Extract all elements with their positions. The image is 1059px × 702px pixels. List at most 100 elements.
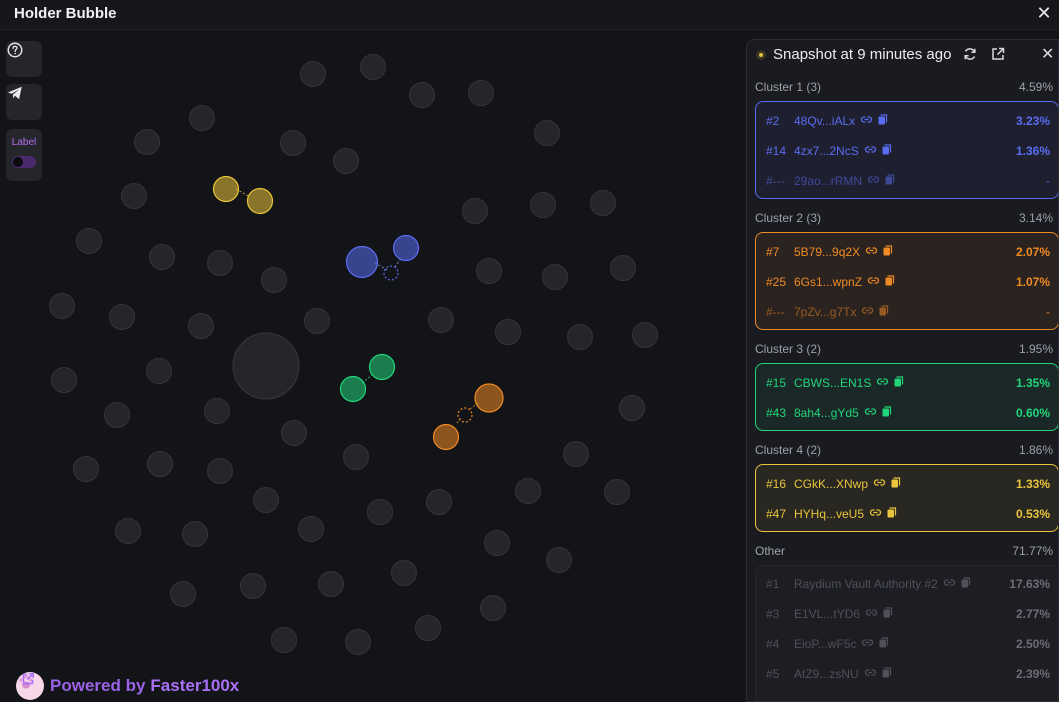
holder-bubble-large[interactable]	[232, 332, 300, 400]
holder-bubble[interactable]	[590, 190, 616, 216]
holder-address[interactable]: 48Qv...iALx	[794, 114, 855, 128]
copy-icon[interactable]	[885, 506, 898, 519]
copy-icon[interactable]	[883, 173, 896, 186]
holder-bubble[interactable]	[468, 80, 494, 106]
holder-bubble[interactable]	[426, 489, 452, 515]
holder-bubble[interactable]	[281, 420, 307, 446]
link-icon[interactable]	[869, 506, 882, 519]
holder-address[interactable]: 4zx7...2NcS	[794, 144, 859, 158]
holder-bubble[interactable]	[121, 183, 147, 209]
holder-bubble[interactable]	[109, 304, 135, 330]
holder-row[interactable]: #16 CGkK...XNwp 1.33%	[756, 469, 1058, 499]
holder-bubble[interactable]	[360, 54, 386, 80]
copy-icon[interactable]	[877, 636, 890, 649]
cluster-3-bubble[interactable]	[339, 375, 367, 403]
holder-bubble[interactable]	[632, 322, 658, 348]
holder-address[interactable]: 5B79...9q2X	[794, 245, 860, 259]
holder-bubble[interactable]	[134, 129, 160, 155]
holder-bubble[interactable]	[530, 192, 556, 218]
cluster-4-bubble[interactable]	[246, 187, 274, 215]
open-external-icon[interactable]	[990, 46, 1006, 62]
cluster-1-bubble[interactable]	[345, 245, 379, 279]
holder-bubble[interactable]	[495, 319, 521, 345]
holder-bubble[interactable]	[147, 451, 173, 477]
holder-bubble[interactable]	[546, 547, 572, 573]
holder-address[interactable]: 29ao...rRMN	[794, 174, 862, 188]
link-icon[interactable]	[867, 274, 880, 287]
holder-bubble[interactable]	[49, 293, 75, 319]
holder-bubble[interactable]	[367, 499, 393, 525]
holder-row[interactable]: #5 AtZ9...zsNU 2.39%	[756, 659, 1058, 689]
holder-row[interactable]: #43 8ah4...gYd5 0.60%	[756, 398, 1058, 428]
holder-bubble[interactable]	[115, 518, 141, 544]
holder-bubble[interactable]	[271, 627, 297, 653]
holder-bubble[interactable]	[253, 487, 279, 513]
holder-bubble[interactable]	[604, 479, 630, 505]
label-toggle[interactable]	[12, 156, 36, 168]
holder-bubble[interactable]	[563, 441, 589, 467]
holder-address[interactable]: 6Gs1...wpnZ	[794, 275, 862, 289]
holder-bubble[interactable]	[73, 456, 99, 482]
link-icon[interactable]	[864, 405, 877, 418]
external-link-icon[interactable]	[21, 672, 35, 686]
holder-bubble[interactable]	[391, 560, 417, 586]
holder-bubble[interactable]	[188, 313, 214, 339]
copy-icon[interactable]	[883, 274, 896, 287]
holder-bubble[interactable]	[182, 521, 208, 547]
holder-row[interactable]: #25 6Gs1...wpnZ 1.07%	[756, 267, 1058, 297]
holder-row[interactable]: #2 48Qv...iALx 3.23%	[756, 106, 1058, 136]
holder-bubble[interactable]	[298, 516, 324, 542]
holder-bubble[interactable]	[515, 478, 541, 504]
link-icon[interactable]	[861, 636, 874, 649]
holder-bubble[interactable]	[104, 402, 130, 428]
link-icon[interactable]	[864, 666, 877, 679]
holder-bubble[interactable]	[76, 228, 102, 254]
copy-icon[interactable]	[880, 143, 893, 156]
holder-bubble[interactable]	[428, 307, 454, 333]
holder-bubble[interactable]	[318, 571, 344, 597]
copy-icon[interactable]	[880, 405, 893, 418]
link-icon[interactable]	[873, 476, 886, 489]
holder-row[interactable]: #14 4zx7...2NcS 1.36%	[756, 136, 1058, 166]
label-toggle-control[interactable]: Label	[6, 129, 42, 181]
holder-bubble[interactable]	[240, 573, 266, 599]
holder-bubble[interactable]	[345, 629, 371, 655]
close-icon[interactable]: ✕	[1033, 2, 1055, 24]
holder-bubble[interactable]	[146, 358, 172, 384]
holder-bubble[interactable]	[207, 458, 233, 484]
holder-bubble[interactable]	[610, 255, 636, 281]
holder-address[interactable]: CGkK...XNwp	[794, 477, 868, 491]
cluster-1-bubble[interactable]	[392, 234, 420, 262]
holder-row[interactable]: #--- 7pZv...g7Tx -	[756, 297, 1058, 327]
copy-icon[interactable]	[881, 606, 894, 619]
holder-bubble[interactable]	[476, 258, 502, 284]
cluster-1-bubble[interactable]	[383, 265, 399, 281]
holder-bubble[interactable]	[51, 367, 77, 393]
link-icon[interactable]	[860, 113, 873, 126]
holder-bubble[interactable]	[204, 398, 230, 424]
holder-bubble[interactable]	[534, 120, 560, 146]
holder-address[interactable]: E1VL...tYD6	[794, 607, 860, 621]
holder-bubble[interactable]	[415, 615, 441, 641]
holder-bubble[interactable]	[462, 198, 488, 224]
holder-address[interactable]: 8ah4...gYd5	[794, 406, 859, 420]
brand-link[interactable]: Faster100x	[150, 676, 239, 696]
holder-address[interactable]: CBWS...EN1S	[794, 376, 871, 390]
holder-bubble[interactable]	[567, 324, 593, 350]
cluster-4-bubble[interactable]	[212, 175, 240, 203]
help-button[interactable]	[6, 41, 42, 77]
holder-bubble[interactable]	[619, 395, 645, 421]
holder-bubble[interactable]	[280, 130, 306, 156]
link-icon[interactable]	[865, 244, 878, 257]
holder-bubble[interactable]	[484, 530, 510, 556]
copy-icon[interactable]	[892, 375, 905, 388]
link-icon[interactable]	[867, 173, 880, 186]
holder-address[interactable]: AtZ9...zsNU	[794, 667, 859, 681]
copy-icon[interactable]	[877, 304, 890, 317]
holder-row[interactable]: #15 CBWS...EN1S 1.35%	[756, 368, 1058, 398]
holder-address[interactable]: 7pZv...g7Tx	[794, 305, 856, 319]
link-icon[interactable]	[876, 375, 889, 388]
cluster-2-bubble[interactable]	[432, 423, 460, 451]
holder-row[interactable]: #3 E1VL...tYD6 2.77%	[756, 599, 1058, 629]
copy-icon[interactable]	[889, 476, 902, 489]
